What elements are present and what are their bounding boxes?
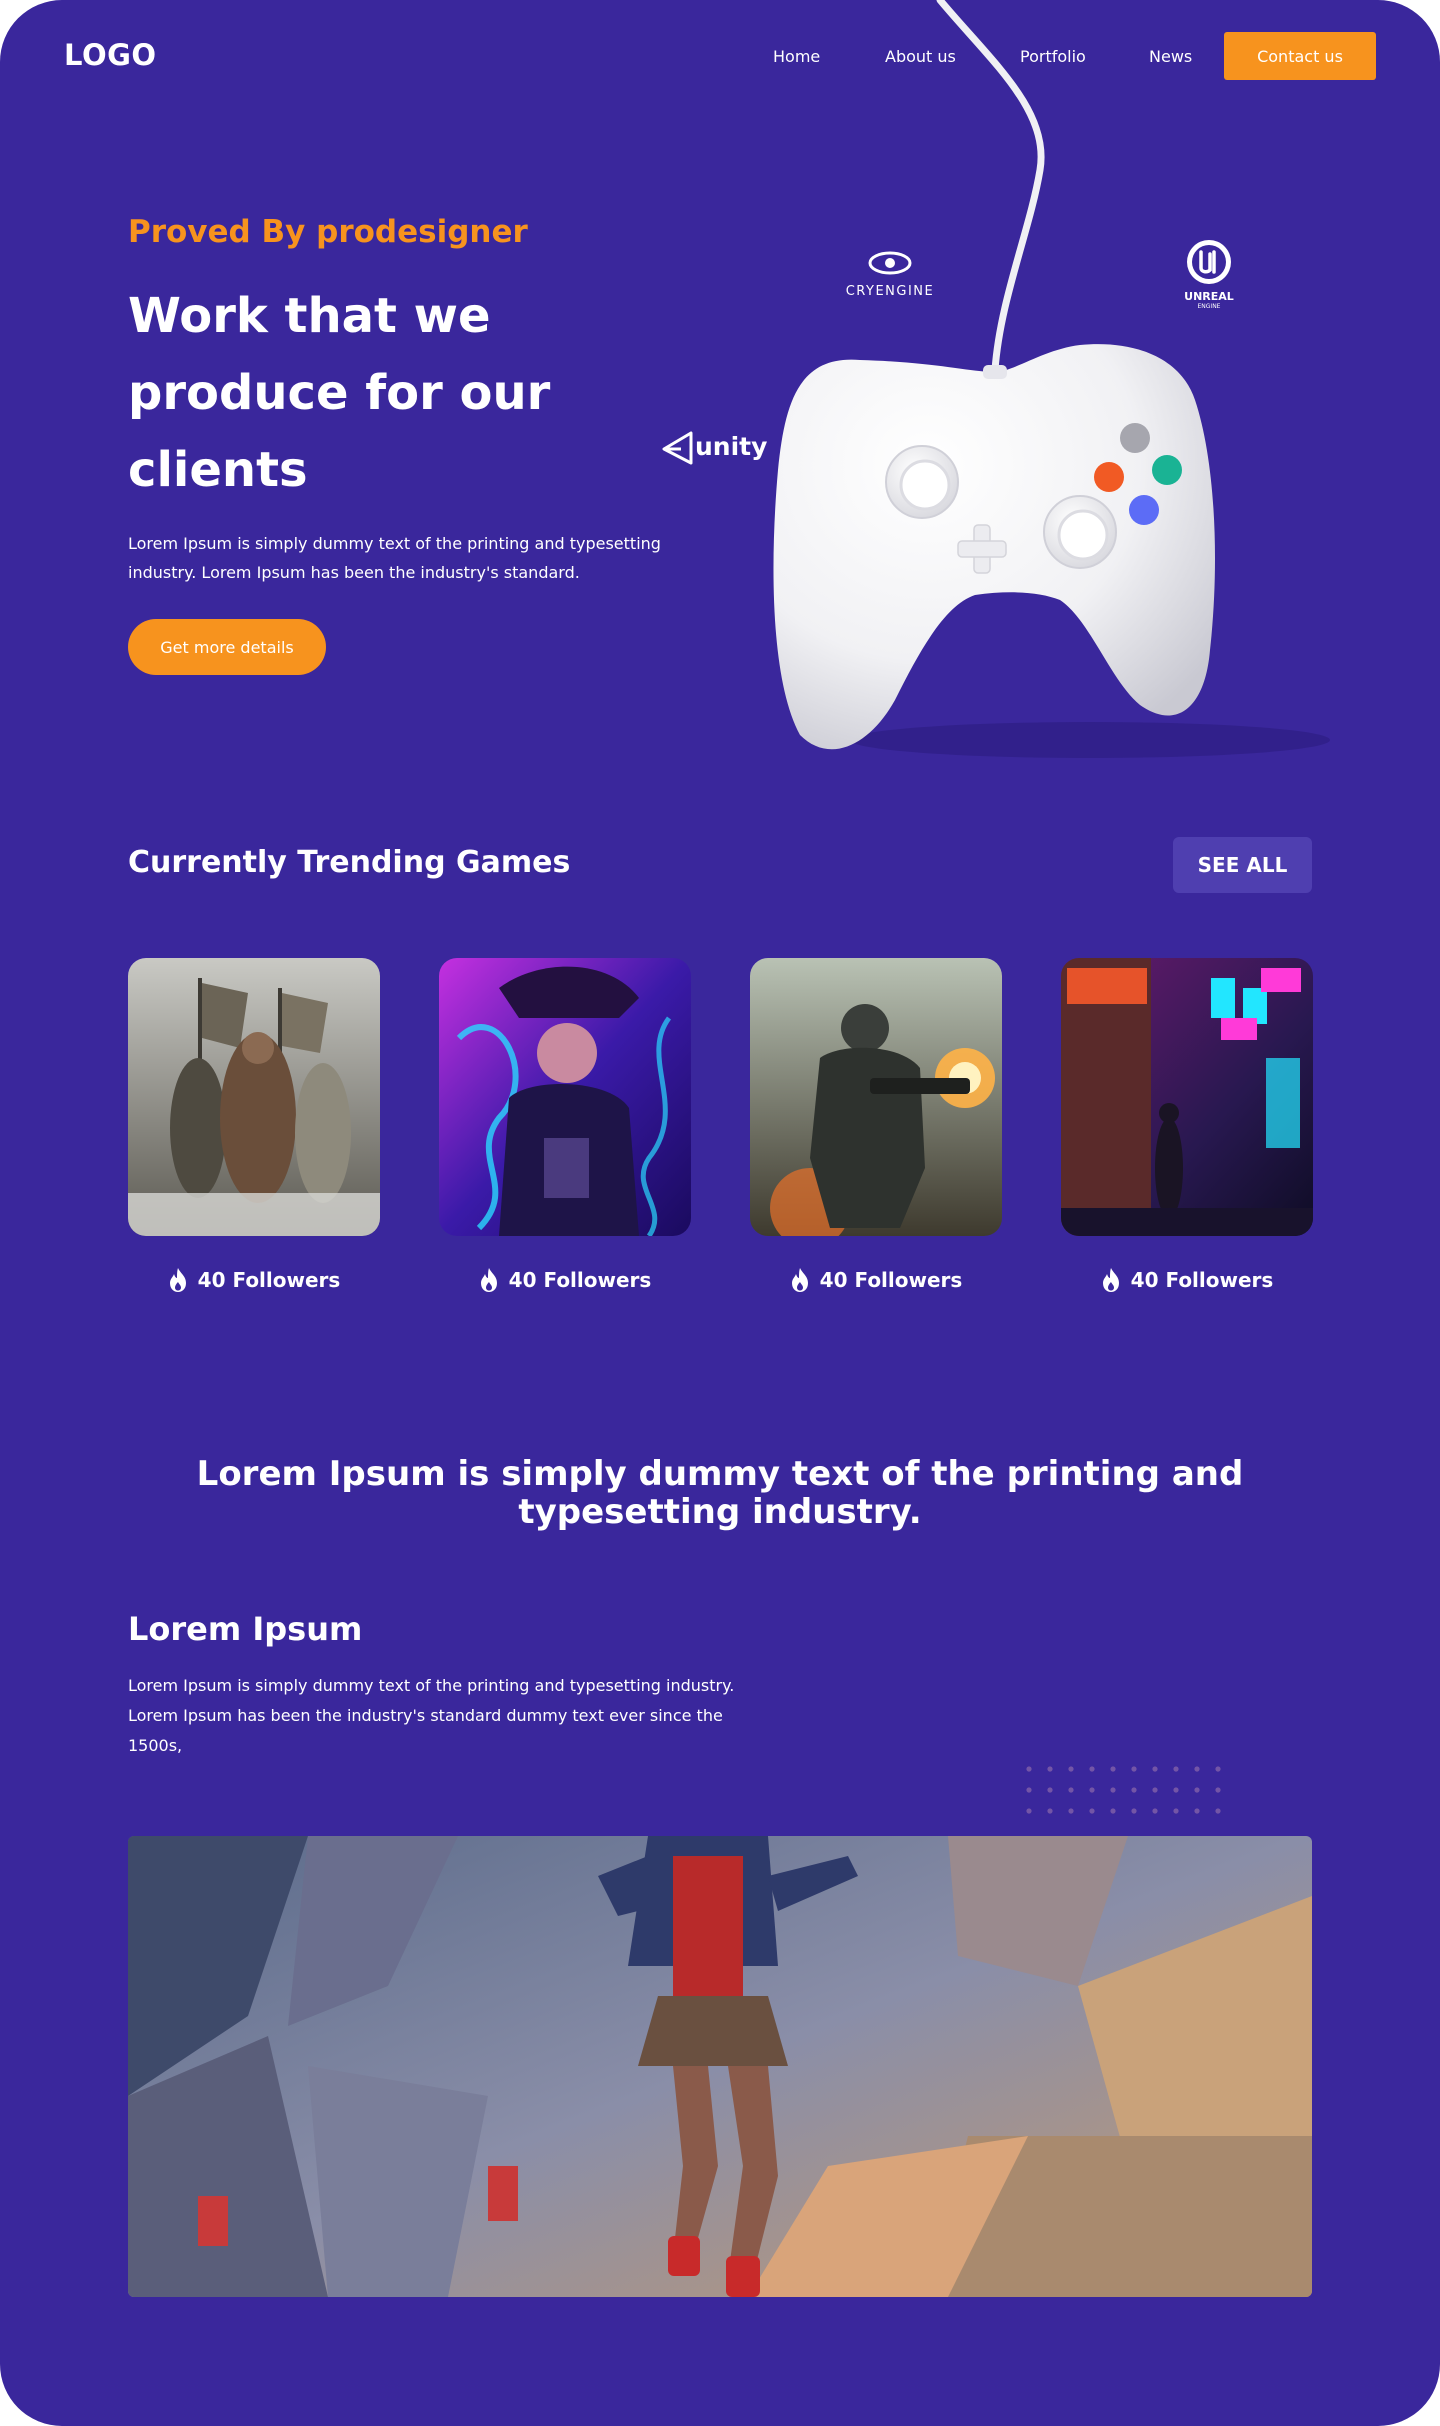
hero-description: Lorem Ipsum is simply dummy text of the … [128,534,661,582]
cable-connector [983,365,1007,379]
dot-pattern-decoration [1026,1766,1221,1814]
unity-logo [662,431,693,465]
face-button-blue-icon [1129,495,1159,525]
unreal-sublabel: ENGINE [1198,303,1221,310]
followers-count: 40 Followers [1061,1266,1313,1294]
followers-count: 40 Followers [128,1266,380,1294]
feature-banner-image [128,1836,1312,2297]
banner-art [128,1836,1312,2297]
hero-title-line: Work that we [128,288,491,344]
game-card[interactable]: 40 Followers [439,958,691,1294]
right-stick-cap [1057,509,1109,561]
unreal-label: UNREAL [1184,290,1234,303]
game-card[interactable]: 40 Followers [128,958,380,1294]
cryengine-label: CRYENGINE [846,284,935,299]
get-more-details-button[interactable]: Get more details [128,619,326,675]
game-thumbnail-art [128,958,380,1236]
about-title: Lorem Ipsum [128,1610,363,1648]
followers-label: 40 Followers [508,1268,652,1292]
game-thumbnail[interactable] [1061,958,1313,1236]
game-card[interactable]: 40 Followers [750,958,1002,1294]
about-description: Lorem Ipsum is simply dummy text of the … [128,1676,735,1755]
unreal-logo [1187,240,1231,284]
left-stick-cap [899,459,951,511]
followers-label: 40 Followers [197,1268,341,1292]
controller-cable [936,0,1045,374]
flame-icon [480,1268,497,1292]
hero-title-line: clients [128,442,308,498]
followers-count: 40 Followers [439,1266,691,1294]
face-button-green-icon [1152,455,1182,485]
tagline: Lorem Ipsum is simply dummy text of the … [196,1454,1244,1532]
see-all-button[interactable]: SEE ALL [1173,837,1312,893]
game-thumbnail[interactable] [128,958,380,1236]
hero-title: Work that we produce for our clients [128,278,648,509]
flame-icon [791,1268,808,1292]
unity-label: unity [695,432,767,461]
hero-eyebrow: Proved By prodesigner [128,214,528,250]
followers-label: 40 Followers [819,1268,963,1292]
landing-page: LOGO Home About us Portfolio News Contac… [0,0,1440,2426]
game-thumbnail-art [1061,958,1313,1236]
game-thumbnail-art [439,958,691,1236]
game-thumbnail[interactable] [439,958,691,1236]
game-thumbnail-art [750,958,1002,1236]
hero-illustration: CRYENGINE UNREAL ENGINE unity [662,0,1330,758]
flame-icon [1102,1268,1119,1292]
followers-count: 40 Followers [750,1266,1002,1294]
hero-title-line: produce for our [128,365,551,421]
trending-section-title: Currently Trending Games [128,845,571,880]
cryengine-logo [868,251,912,275]
face-button-gray-icon [1120,423,1150,453]
controller-shadow [850,722,1330,758]
face-button-red-icon [1094,462,1124,492]
game-thumbnail[interactable] [750,958,1002,1236]
game-card[interactable]: 40 Followers [1061,958,1313,1294]
flame-icon [169,1268,186,1292]
followers-label: 40 Followers [1130,1268,1274,1292]
